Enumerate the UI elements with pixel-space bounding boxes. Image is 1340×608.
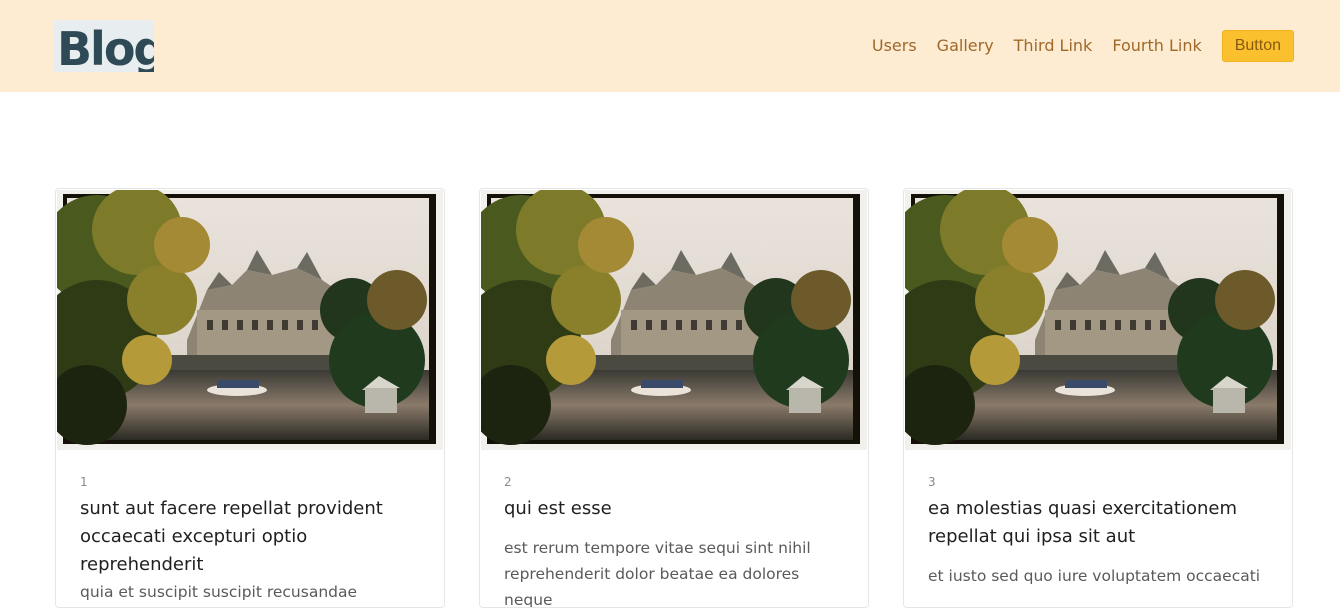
blog-logo[interactable]: Blog bbox=[54, 20, 154, 72]
blog-logo-image: Blog bbox=[54, 20, 154, 72]
post-title[interactable]: sunt aut facere repellat provident occae… bbox=[80, 495, 410, 579]
site-header: Blog Users Gallery Third Link Fourth Lin… bbox=[0, 0, 1340, 92]
post-title[interactable]: qui est esse bbox=[504, 495, 834, 523]
canal-photo bbox=[481, 190, 867, 450]
post-card[interactable]: 3 ea molestias quasi exercitationem repe… bbox=[903, 188, 1293, 608]
post-body: quia et suscipit suscipit recusandae con… bbox=[80, 583, 358, 601]
canal-photo bbox=[905, 190, 1291, 450]
post-card[interactable]: 2 qui est esse est rerum tempore vitae s… bbox=[479, 188, 869, 608]
canal-photo bbox=[57, 190, 443, 450]
post-image bbox=[481, 190, 867, 450]
post-card[interactable]: 1 sunt aut facere repellat provident occ… bbox=[55, 188, 445, 608]
post-number: 3 bbox=[928, 475, 936, 489]
post-number: 1 bbox=[80, 475, 88, 489]
post-body: est rerum tempore vitae sequi sint nihil… bbox=[504, 539, 811, 608]
post-number: 2 bbox=[504, 475, 512, 489]
blog-logo-text: Blog bbox=[57, 22, 154, 72]
nav-link-users[interactable]: Users bbox=[872, 30, 917, 62]
post-title[interactable]: ea molestias quasi exercitationem repell… bbox=[928, 495, 1258, 551]
post-body: et iusto sed quo iure voluptatem occaeca… bbox=[928, 567, 1261, 585]
header-button[interactable]: Button bbox=[1221, 30, 1294, 62]
post-image bbox=[905, 190, 1291, 450]
nav-link-gallery[interactable]: Gallery bbox=[937, 30, 994, 62]
nav-link-third[interactable]: Third Link bbox=[1014, 30, 1093, 62]
post-image bbox=[57, 190, 443, 450]
main-nav: Users Gallery Third Link Fourth Link But… bbox=[872, 30, 1294, 62]
nav-link-fourth[interactable]: Fourth Link bbox=[1112, 30, 1201, 62]
